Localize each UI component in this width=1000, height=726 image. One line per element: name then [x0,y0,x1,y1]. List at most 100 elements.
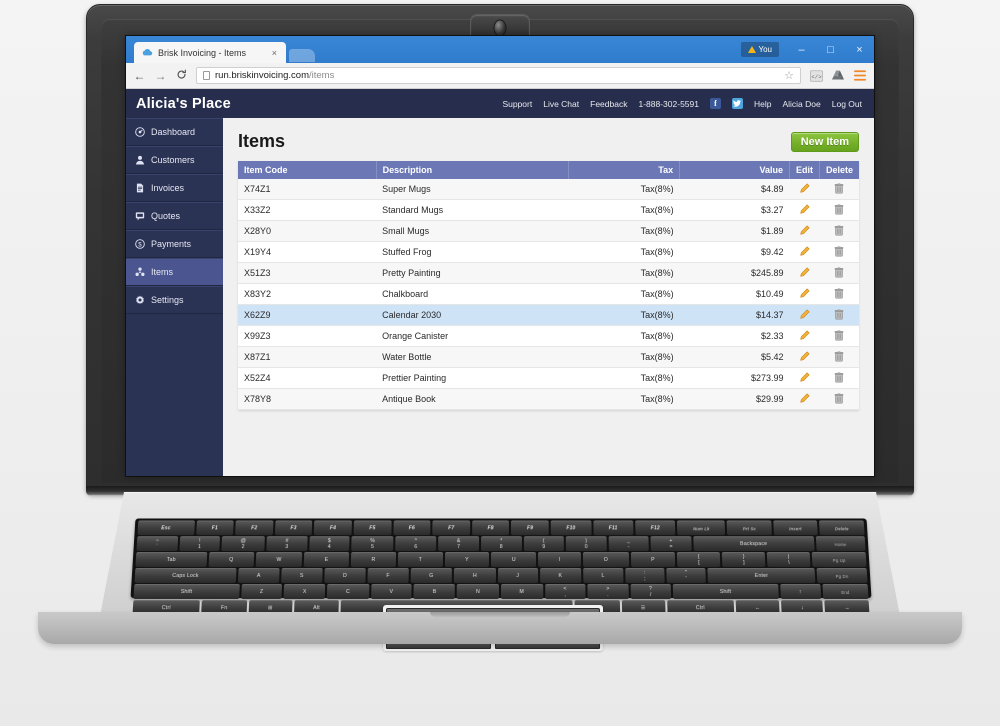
key-pg-up[interactable]: Pg Up [811,552,867,567]
nav-help[interactable]: Help [754,99,771,109]
key-[interactable]: >. [587,583,629,600]
table-row[interactable]: X52Z4 Prettier Painting Tax(8%) $273.99 [238,367,859,389]
key-delete[interactable]: Delete [818,520,865,536]
close-button[interactable]: × [845,36,874,63]
key-o[interactable]: O [583,552,629,567]
key-x[interactable]: X [283,583,326,600]
trash-icon[interactable] [833,245,846,258]
key-shift[interactable]: Shift [672,583,779,600]
table-row[interactable]: X78Y8 Antique Book Tax(8%) $29.99 [238,388,859,410]
trash-icon[interactable] [833,371,846,384]
key-f6[interactable]: F6 [392,520,431,536]
key-t[interactable]: T [397,552,443,567]
key-end[interactable]: End [822,583,869,600]
key-z[interactable]: Z [240,583,283,600]
key-3[interactable]: #3 [266,536,308,552]
key-a[interactable]: A [237,567,280,583]
table-row[interactable]: X87Z1 Water Bottle Tax(8%) $5.42 [238,346,859,368]
column-header-tax[interactable]: Tax [568,161,681,179]
trash-icon[interactable] [833,329,846,342]
column-header-value[interactable]: Value [679,161,790,179]
key-g[interactable]: G [410,567,453,583]
trash-icon[interactable] [833,287,846,300]
key-f10[interactable]: F10 [550,520,592,536]
key-5[interactable]: % 5 [351,536,394,552]
twitter-icon[interactable] [731,98,743,109]
pencil-icon[interactable] [798,329,811,342]
key-num-lk[interactable]: Num Lk [677,520,726,536]
key-[interactable]: " ' [666,567,707,583]
key-[interactable]: | \ [767,552,811,567]
nav-logout[interactable]: Log Out [832,99,862,109]
table-row[interactable]: X19Y4 Stuffed Frog Tax(8%) $9.42 [238,241,859,263]
code-icon[interactable]: </> [809,69,823,82]
key-j[interactable]: J [497,567,538,583]
table-row[interactable]: X83Y2 Chalkboard Tax(8%) $10.49 [238,283,859,305]
key-7[interactable]: & 7 [438,536,480,552]
trash-icon[interactable] [833,350,846,363]
tab-close-icon[interactable]: × [270,48,279,58]
reload-icon[interactable] [175,69,188,83]
sidebar-item-payments[interactable]: $ Payments [126,230,223,258]
key-[interactable]: _ - [608,536,650,552]
back-icon[interactable]: ← [133,69,146,83]
key-b[interactable]: B [413,583,456,600]
sidebar-item-items[interactable]: Items [126,258,223,286]
key-c[interactable]: C [327,583,369,600]
table-row[interactable]: X62Z9 Calendar 2030 Tax(8%) $14.37 [238,304,859,326]
key-8[interactable]: * 8 [481,536,522,552]
pencil-icon[interactable] [798,245,811,258]
column-header-item-code[interactable]: Item Code [238,161,377,179]
user-badge[interactable]: You [740,42,779,57]
trash-icon[interactable] [833,224,846,237]
key-s[interactable]: S [280,567,323,583]
key-[interactable]: ? / [630,583,672,600]
pencil-icon[interactable] [798,392,811,405]
address-bar[interactable]: run.briskinvoicing.com/items ☆ [196,67,801,84]
pencil-icon[interactable] [798,308,811,321]
key-caps-lock[interactable]: Caps Lock [134,567,237,583]
key-2[interactable]: @2 [221,536,265,552]
trash-icon[interactable] [833,182,846,195]
pencil-icon[interactable] [798,371,811,384]
key-esc[interactable]: Esc [137,520,195,536]
key-v[interactable]: V [370,583,413,600]
key-u[interactable]: U [491,552,537,567]
key-shift[interactable]: Shift [133,583,240,600]
minimize-button[interactable]: – [787,36,816,63]
pencil-icon[interactable] [798,287,811,300]
table-row[interactable]: X74Z1 Super Mugs Tax(8%) $4.89 [238,179,859,200]
key-m[interactable]: M [500,583,543,600]
table-row[interactable]: X99Z3 Orange Canister Tax(8%) $2.33 [238,325,859,347]
key-home[interactable]: Home [815,536,866,552]
key-k[interactable]: K [539,567,581,583]
key-f5[interactable]: F5 [353,520,392,536]
key-[interactable]: {[ [677,552,721,567]
key-insert[interactable]: Insert [773,520,818,536]
key-[interactable]: ~ ` [136,536,178,552]
trash-icon[interactable] [833,203,846,216]
pencil-icon[interactable] [798,203,811,216]
key-l[interactable]: L [582,567,624,583]
sidebar-item-invoices[interactable]: Invoices [126,174,223,202]
sidebar-item-customers[interactable]: Customers [126,146,223,174]
key-f7[interactable]: F7 [432,520,470,536]
key-h[interactable]: H [454,567,496,583]
key-[interactable]: <, [544,583,586,600]
browser-menu-icon[interactable] [853,70,867,81]
trash-icon[interactable] [833,392,846,405]
key-0[interactable]: ) 0 [565,536,607,552]
key-f9[interactable]: F9 [511,520,549,536]
key-w[interactable]: W [255,552,303,567]
key-e[interactable]: E [303,552,350,567]
pencil-icon[interactable] [798,266,811,279]
key-y[interactable]: Y [444,552,490,567]
key-n[interactable]: N [457,583,499,600]
sidebar-item-quotes[interactable]: Quotes [126,202,223,230]
key-[interactable]: }] [722,552,766,567]
key-4[interactable]: $4 [308,536,350,552]
key-f12[interactable]: F12 [634,520,676,536]
key-f4[interactable]: F4 [314,520,352,536]
key-p[interactable]: P [630,552,676,567]
key-f1[interactable]: F1 [195,520,234,536]
